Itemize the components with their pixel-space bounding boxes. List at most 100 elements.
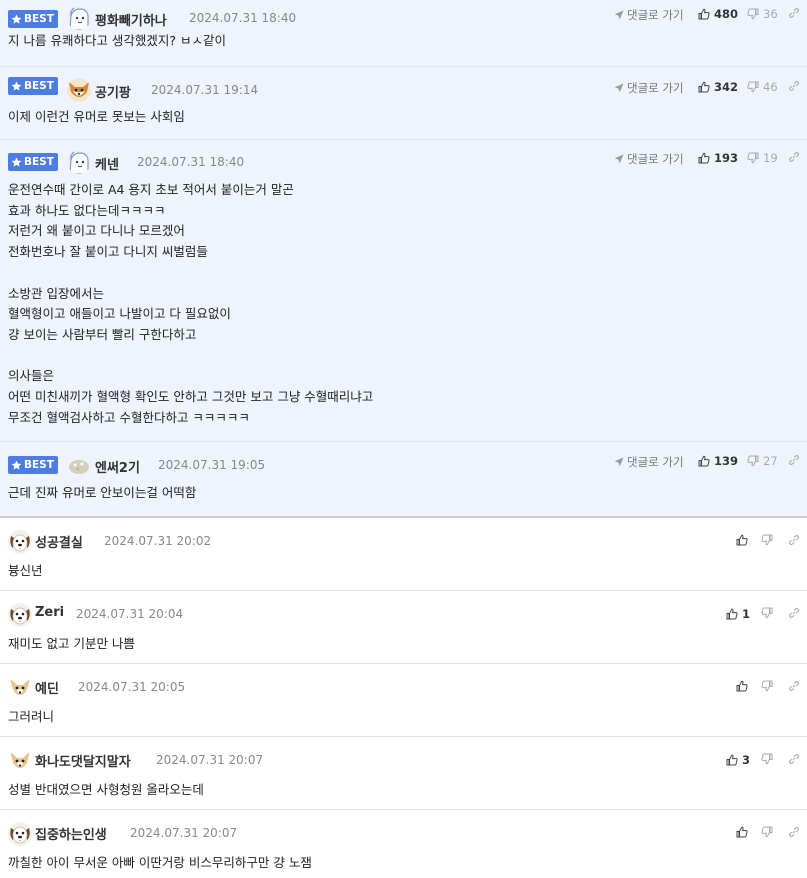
fox-character-icon: [67, 78, 91, 102]
upvote-count: 1: [742, 607, 751, 621]
avatar: [8, 676, 32, 700]
downvote-button[interactable]: [761, 680, 777, 692]
share-button[interactable]: [788, 607, 800, 619]
comment-date: 2024.07.31 20:02: [104, 534, 212, 548]
downvote-button[interactable]: [761, 607, 777, 619]
share-button[interactable]: [788, 534, 800, 546]
reply-link[interactable]: 댓글로 가기: [614, 80, 684, 96]
upvote-button[interactable]: 480: [698, 7, 738, 21]
avatar: [8, 530, 32, 554]
comment-nickname[interactable]: 화나도댓달지말자: [35, 751, 131, 770]
thumbs-down-icon: [747, 455, 759, 467]
downvote-button[interactable]: 19: [747, 151, 778, 165]
share-button[interactable]: [788, 80, 800, 92]
downvote-button[interactable]: 27: [747, 454, 778, 468]
comment-list: BEST 평화빼기하나 2024.07.31 18:40 댓글로 가기 480 …: [0, 0, 807, 878]
comment-item: BEST 평화빼기하나 2024.07.31 18:40 댓글로 가기 480 …: [0, 0, 807, 67]
downvote-button[interactable]: [761, 534, 777, 546]
comment-nickname[interactable]: 예딘: [35, 678, 59, 697]
thumbs-up-icon: [736, 534, 748, 546]
comment-item: BEST 엔써2기 2024.07.31 19:05 댓글로 가기 139 27…: [0, 442, 807, 518]
star-icon: [11, 157, 22, 167]
downvote-count: 46: [763, 80, 778, 94]
thumbs-up-icon: [698, 8, 710, 20]
comment-item: Zeri 2024.07.31 20:04 1 재미도 없고 기분만 나쁨: [0, 591, 807, 664]
downvote-button[interactable]: [761, 826, 777, 838]
thumbs-down-icon: [761, 753, 773, 765]
arrow-icon: [614, 10, 624, 20]
upvote-count: 342: [714, 80, 739, 94]
downvote-button[interactable]: 46: [747, 80, 778, 94]
comment-nickname[interactable]: 성공결실: [35, 532, 83, 551]
comment-date: 2024.07.31 19:14: [151, 83, 259, 97]
upvote-button[interactable]: [736, 680, 752, 692]
share-button[interactable]: [788, 753, 800, 765]
upvote-button[interactable]: [736, 534, 752, 546]
chihuahua-icon: [8, 749, 32, 773]
comment-text: 븅신년: [8, 563, 43, 578]
comment-nickname[interactable]: 케넨: [95, 154, 119, 173]
share-button[interactable]: [788, 151, 800, 163]
arrow-icon: [614, 154, 624, 164]
thumbs-up-icon: [736, 826, 748, 838]
downvote-button[interactable]: 36: [747, 7, 778, 21]
link-icon: [789, 455, 800, 466]
share-button[interactable]: [788, 7, 800, 19]
avatar: [8, 603, 32, 627]
blue-character-icon: [67, 150, 91, 174]
avatar: [8, 749, 32, 773]
upvote-button[interactable]: 342: [698, 80, 738, 94]
thumbs-up-icon: [698, 455, 710, 467]
link-icon: [789, 827, 800, 838]
comment-nickname[interactable]: Zeri: [35, 605, 64, 620]
best-badge: BEST: [8, 10, 58, 28]
comment-text: 지 나름 유쾌하다고 생각했겠지? ㅂㅅ같이: [8, 33, 227, 48]
comment-item: BEST 케넨 2024.07.31 18:40 댓글로 가기 193 19 운…: [0, 140, 807, 442]
arrow-icon: [614, 83, 624, 93]
upvote-button[interactable]: 193: [698, 151, 738, 165]
star-icon: [11, 460, 22, 470]
comment-text: 성별 반대였으면 사형청원 올라오는데: [8, 782, 204, 797]
comment-nickname[interactable]: 평화빼기하나: [95, 10, 167, 29]
reply-link-label: 댓글로 가기: [627, 455, 684, 469]
upvote-button[interactable]: 1: [726, 607, 750, 621]
comment-nickname[interactable]: 엔써2기: [95, 457, 140, 476]
comment-text: 까칠한 아이 무서운 아빠 이딴거랑 비스무리하구만 걍 노잼: [8, 855, 312, 870]
upvote-button[interactable]: 3: [726, 753, 750, 767]
thumbs-up-icon: [698, 152, 710, 164]
upvote-button[interactable]: 139: [698, 454, 738, 468]
link-icon: [789, 152, 800, 163]
share-button[interactable]: [788, 680, 800, 692]
share-button[interactable]: [788, 454, 800, 466]
comment-nickname[interactable]: 집중하는인생: [35, 824, 107, 843]
link-icon: [789, 8, 800, 19]
downvote-count: 27: [763, 454, 778, 468]
reply-link[interactable]: 댓글로 가기: [614, 151, 684, 167]
downvote-button[interactable]: [761, 753, 777, 765]
comment-item: 예딘 2024.07.31 20:05 그러려니: [0, 664, 807, 737]
comment-nickname[interactable]: 공기팡: [95, 82, 131, 101]
best-label: BEST: [24, 13, 54, 25]
upvote-count: 139: [714, 454, 739, 468]
comment-item: BEST 공기팡 2024.07.31 19:14 댓글로 가기 342 46 …: [0, 67, 807, 140]
link-icon: [789, 535, 800, 546]
reply-link[interactable]: 댓글로 가기: [614, 7, 684, 23]
arrow-icon: [614, 457, 624, 467]
thumbs-down-icon: [747, 152, 759, 164]
best-badge: BEST: [8, 456, 58, 474]
thumbs-down-icon: [761, 680, 773, 692]
share-button[interactable]: [788, 826, 800, 838]
comment-text: 재미도 없고 기분만 나쁨: [8, 636, 135, 651]
link-icon: [789, 608, 800, 619]
thumbs-down-icon: [761, 607, 773, 619]
thumbs-down-icon: [761, 534, 773, 546]
avatar: [67, 78, 91, 102]
dog-face-icon: [8, 530, 32, 554]
comment-date: 2024.07.31 20:05: [78, 680, 186, 694]
thumbs-up-icon: [726, 754, 738, 766]
best-badge: BEST: [8, 153, 58, 171]
link-icon: [789, 754, 800, 765]
link-icon: [789, 81, 800, 92]
reply-link[interactable]: 댓글로 가기: [614, 454, 684, 470]
upvote-button[interactable]: [736, 826, 752, 838]
